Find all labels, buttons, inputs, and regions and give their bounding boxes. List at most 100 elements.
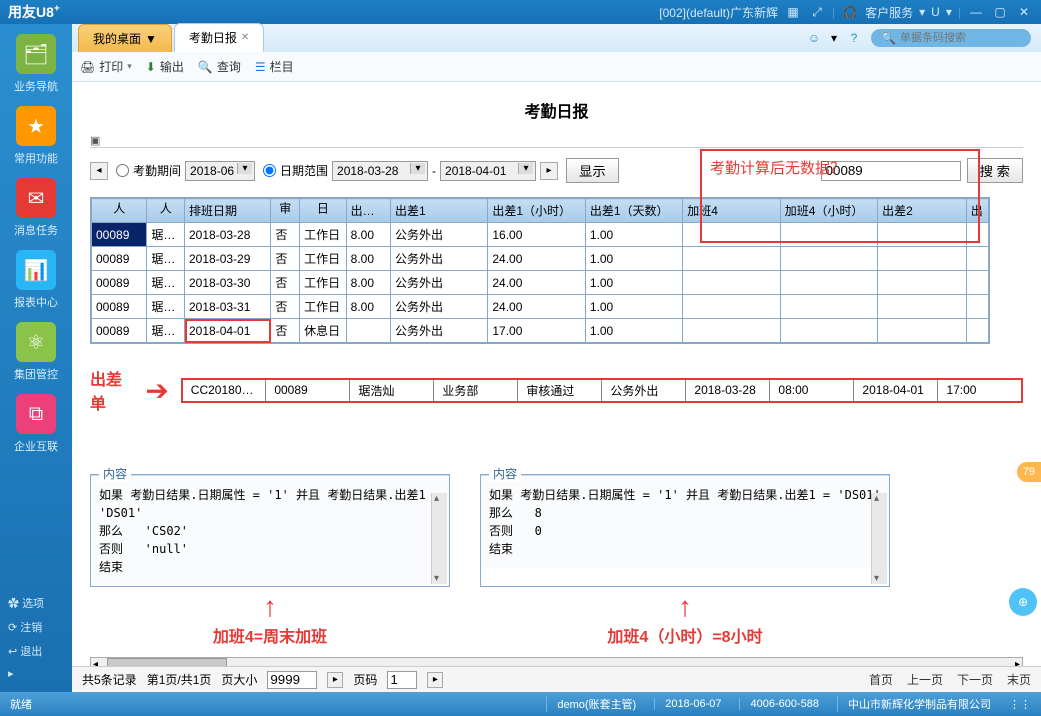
table-cell[interactable]: 琚浩灿: [147, 271, 185, 295]
table-cell[interactable]: 24.00: [488, 247, 585, 271]
collapse-icon[interactable]: ▣: [90, 134, 1023, 147]
table-cell[interactable]: 否: [271, 271, 300, 295]
table-cell[interactable]: 否: [271, 223, 300, 247]
table-cell[interactable]: 否: [271, 295, 300, 319]
table-cell[interactable]: [780, 319, 877, 343]
table-cell[interactable]: [878, 271, 967, 295]
pageno-input[interactable]: [387, 671, 417, 689]
pageno-go-icon[interactable]: ▸: [427, 672, 443, 688]
col-emp-code[interactable]: 人员编码: [92, 199, 147, 223]
table-cell[interactable]: 2018-03-28: [185, 223, 271, 247]
table-cell[interactable]: 2018-04-01: [185, 319, 271, 343]
table-cell[interactable]: 公务外出: [390, 295, 487, 319]
sidebar-item-group[interactable]: ⚛集团管控: [6, 322, 66, 382]
table-cell[interactable]: 17.00: [488, 319, 585, 343]
table-cell[interactable]: [683, 295, 780, 319]
table-cell[interactable]: 00089: [92, 223, 147, 247]
columns-button[interactable]: ☰栏目: [255, 58, 294, 75]
smiley-icon[interactable]: ☺: [805, 29, 823, 47]
table-cell[interactable]: 否: [271, 247, 300, 271]
table-cell[interactable]: 公务外出: [390, 223, 487, 247]
col-trip1-days[interactable]: 出差1（天数）: [585, 199, 682, 223]
table-cell[interactable]: 8.00: [346, 271, 390, 295]
grid-icon[interactable]: ▦: [784, 4, 802, 20]
table-cell[interactable]: 2018-03-30: [185, 271, 271, 295]
table-cell[interactable]: 公务外出: [390, 271, 487, 295]
barcode-search[interactable]: 🔍: [871, 29, 1031, 47]
table-row[interactable]: 00089琚浩灿2018-04-01否休息日公务外出17.001.00: [92, 319, 989, 343]
barcode-search-input[interactable]: [900, 32, 1020, 44]
table-cell[interactable]: 8.00: [346, 295, 390, 319]
table-cell[interactable]: [966, 295, 988, 319]
sidebar-logout[interactable]: ⟳ 注销: [8, 615, 64, 639]
customer-service-link[interactable]: 客户服务: [865, 4, 913, 21]
table-cell[interactable]: 1.00: [585, 271, 682, 295]
sidebar-item-favorites[interactable]: ★常用功能: [6, 106, 66, 166]
table-cell[interactable]: 8.00: [346, 223, 390, 247]
u-menu[interactable]: U: [931, 5, 940, 19]
date-from-combo[interactable]: 2018-03-28: [332, 161, 428, 181]
col-trip1[interactable]: 出差1: [390, 199, 487, 223]
table-cell[interactable]: [780, 247, 877, 271]
table-cell[interactable]: [683, 247, 780, 271]
sidebar-item-enterprise[interactable]: ⧉企业互联: [6, 394, 66, 454]
table-cell[interactable]: 1.00: [585, 295, 682, 319]
scrollbar-icon[interactable]: [871, 493, 887, 584]
table-cell[interactable]: 公务外出: [390, 319, 487, 343]
table-cell[interactable]: [780, 271, 877, 295]
sidebar-item-messages[interactable]: ✉消息任务: [6, 178, 66, 238]
sidebar-item-reports[interactable]: 📊报表中心: [6, 250, 66, 310]
table-cell[interactable]: 00089: [92, 247, 147, 271]
table-cell[interactable]: 1.00: [585, 247, 682, 271]
table-cell[interactable]: 休息日: [300, 319, 347, 343]
table-cell[interactable]: 工作日: [300, 295, 347, 319]
table-cell[interactable]: 00089: [92, 295, 147, 319]
sidebar-collapse-icon[interactable]: ▸: [8, 663, 64, 684]
period-combo[interactable]: 2018-06: [185, 161, 255, 181]
radio-period[interactable]: [116, 164, 129, 177]
table-cell[interactable]: 24.00: [488, 271, 585, 295]
close-icon[interactable]: ✕: [1015, 4, 1033, 20]
table-row[interactable]: 00089琚浩灿2018-03-31否工作日8.00公务外出24.001.00: [92, 295, 989, 319]
table-row[interactable]: 00089琚浩灿2018-03-29否工作日8.00公务外出24.001.00: [92, 247, 989, 271]
pager-first[interactable]: 首页: [869, 671, 893, 688]
sidebar-item-biz-nav[interactable]: 🗂业务导航: [6, 34, 66, 94]
table-cell[interactable]: [683, 271, 780, 295]
table-cell[interactable]: [966, 319, 988, 343]
horizontal-scrollbar[interactable]: [90, 657, 1023, 666]
output-button[interactable]: ⬇输出: [146, 58, 184, 75]
minimize-icon[interactable]: —: [967, 4, 985, 20]
table-cell[interactable]: 1.00: [585, 223, 682, 247]
table-cell[interactable]: [683, 319, 780, 343]
col-shift-date[interactable]: 排班日期: [185, 199, 271, 223]
table-cell[interactable]: [346, 319, 390, 343]
date-to-combo[interactable]: 2018-04-01: [440, 161, 536, 181]
table-cell[interactable]: 24.00: [488, 295, 585, 319]
pager-last[interactable]: 末页: [1007, 671, 1031, 688]
filter-next-icon[interactable]: ▸: [540, 162, 558, 180]
table-cell[interactable]: [966, 247, 988, 271]
pager-prev[interactable]: 上一页: [907, 671, 943, 688]
table-cell[interactable]: 8.00: [346, 247, 390, 271]
pagesize-go-icon[interactable]: ▸: [327, 672, 343, 688]
table-cell[interactable]: [780, 295, 877, 319]
table-row[interactable]: 00089琚浩灿2018-03-30否工作日8.00公务外出24.001.00: [92, 271, 989, 295]
query-button[interactable]: 🔍查询: [198, 58, 241, 75]
pagesize-input[interactable]: [267, 671, 317, 689]
tab-desktop[interactable]: 我的桌面▼: [78, 24, 172, 52]
remote-support-icon[interactable]: ⊕: [1009, 588, 1037, 616]
filter-prev-icon[interactable]: ◂: [90, 162, 108, 180]
tab-close-icon[interactable]: ✕: [241, 32, 249, 43]
help-icon[interactable]: ?: [845, 29, 863, 47]
scrollbar-icon[interactable]: [431, 493, 447, 584]
table-cell[interactable]: [878, 247, 967, 271]
table-cell[interactable]: 工作日: [300, 223, 347, 247]
print-button[interactable]: 🖨打印▾: [80, 58, 132, 75]
table-cell[interactable]: [966, 271, 988, 295]
table-cell[interactable]: 琚浩灿: [147, 247, 185, 271]
sidebar-exit[interactable]: ↩ 退出: [8, 639, 64, 663]
table-cell[interactable]: 公务外出: [390, 247, 487, 271]
col-trip-hours[interactable]: 出差（小时）: [346, 199, 390, 223]
table-cell[interactable]: 00089: [92, 319, 147, 343]
sidebar-options[interactable]: ✿ 选项: [8, 591, 64, 615]
